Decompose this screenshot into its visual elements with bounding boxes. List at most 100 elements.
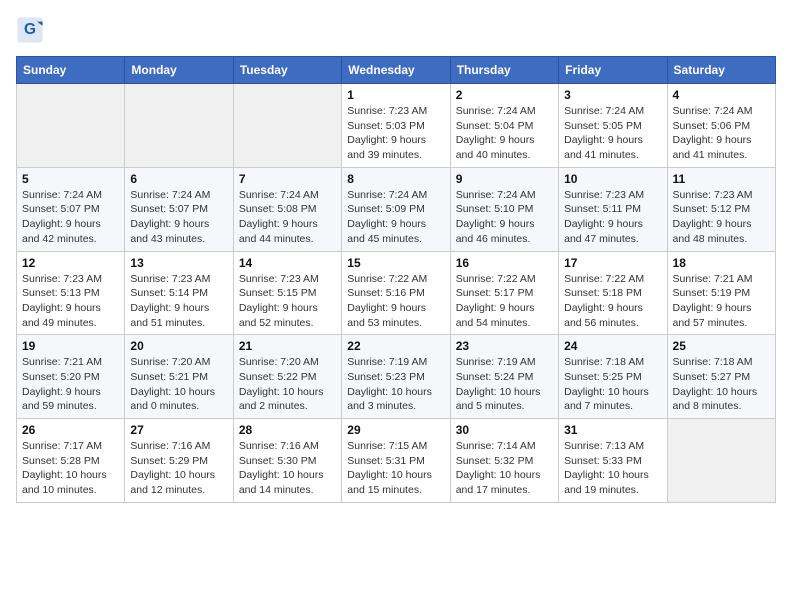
- weekday-header: Thursday: [450, 57, 558, 84]
- calendar-cell: 30 Sunrise: 7:14 AM Sunset: 5:32 PM Dayli…: [450, 419, 558, 503]
- day-number: 22: [347, 339, 444, 353]
- calendar-week-row: 26 Sunrise: 7:17 AM Sunset: 5:28 PM Dayli…: [17, 419, 776, 503]
- day-number: 4: [673, 88, 770, 102]
- calendar-cell: 16 Sunrise: 7:22 AM Sunset: 5:17 PM Dayli…: [450, 251, 558, 335]
- day-number: 14: [239, 256, 336, 270]
- calendar-week-row: 1Sunrise: 7:23 AM Sunset: 5:03 PM Daylig…: [17, 84, 776, 168]
- day-detail: Sunrise: 7:20 AM Sunset: 5:21 PM Dayligh…: [130, 355, 227, 414]
- calendar-header-row: SundayMondayTuesdayWednesdayThursdayFrid…: [17, 57, 776, 84]
- day-detail: Sunrise: 7:22 AM Sunset: 5:16 PM Dayligh…: [347, 272, 444, 331]
- day-detail: Sunrise: 7:23 AM Sunset: 5:14 PM Dayligh…: [130, 272, 227, 331]
- day-number: 2: [456, 88, 553, 102]
- day-number: 18: [673, 256, 770, 270]
- day-detail: Sunrise: 7:17 AM Sunset: 5:28 PM Dayligh…: [22, 439, 119, 498]
- calendar-cell: 4 Sunrise: 7:24 AM Sunset: 5:06 PM Daylig…: [667, 84, 775, 168]
- day-detail: Sunrise: 7:24 AM Sunset: 5:05 PM Dayligh…: [564, 104, 661, 163]
- calendar-cell: 18 Sunrise: 7:21 AM Sunset: 5:19 PM Dayli…: [667, 251, 775, 335]
- calendar-cell: 22 Sunrise: 7:19 AM Sunset: 5:23 PM Dayli…: [342, 335, 450, 419]
- day-number: 25: [673, 339, 770, 353]
- calendar-cell: 23 Sunrise: 7:19 AM Sunset: 5:24 PM Dayli…: [450, 335, 558, 419]
- day-number: 30: [456, 423, 553, 437]
- calendar-cell: [667, 419, 775, 503]
- calendar-week-row: 5Sunrise: 7:24 AM Sunset: 5:07 PM Daylig…: [17, 167, 776, 251]
- day-detail: Sunrise: 7:23 AM Sunset: 5:11 PM Dayligh…: [564, 188, 661, 247]
- calendar-cell: 17Sunrise: 7:22 AM Sunset: 5:18 PM Dayli…: [559, 251, 667, 335]
- weekday-header: Monday: [125, 57, 233, 84]
- calendar-cell: 25 Sunrise: 7:18 AM Sunset: 5:27 PM Dayli…: [667, 335, 775, 419]
- calendar-cell: 7 Sunrise: 7:24 AM Sunset: 5:08 PM Daylig…: [233, 167, 341, 251]
- day-detail: Sunrise: 7:14 AM Sunset: 5:32 PM Dayligh…: [456, 439, 553, 498]
- day-number: 3: [564, 88, 661, 102]
- day-number: 11: [673, 172, 770, 186]
- day-number: 28: [239, 423, 336, 437]
- day-number: 26: [22, 423, 119, 437]
- logo: G: [16, 16, 48, 44]
- calendar-cell: 2 Sunrise: 7:24 AM Sunset: 5:04 PM Daylig…: [450, 84, 558, 168]
- day-detail: Sunrise: 7:24 AM Sunset: 5:04 PM Dayligh…: [456, 104, 553, 163]
- calendar-cell: 3 Sunrise: 7:24 AM Sunset: 5:05 PM Daylig…: [559, 84, 667, 168]
- day-number: 6: [130, 172, 227, 186]
- calendar-cell: 9 Sunrise: 7:24 AM Sunset: 5:10 PM Daylig…: [450, 167, 558, 251]
- calendar-cell: 6Sunrise: 7:24 AM Sunset: 5:07 PM Daylig…: [125, 167, 233, 251]
- calendar-cell: 19Sunrise: 7:21 AM Sunset: 5:20 PM Dayli…: [17, 335, 125, 419]
- day-number: 8: [347, 172, 444, 186]
- weekday-header: Saturday: [667, 57, 775, 84]
- calendar-cell: 15 Sunrise: 7:22 AM Sunset: 5:16 PM Dayli…: [342, 251, 450, 335]
- calendar-cell: 27 Sunrise: 7:16 AM Sunset: 5:29 PM Dayli…: [125, 419, 233, 503]
- weekday-header: Sunday: [17, 57, 125, 84]
- svg-text:G: G: [24, 21, 36, 38]
- day-number: 15: [347, 256, 444, 270]
- day-detail: Sunrise: 7:21 AM Sunset: 5:19 PM Dayligh…: [673, 272, 770, 331]
- day-detail: Sunrise: 7:20 AM Sunset: 5:22 PM Dayligh…: [239, 355, 336, 414]
- day-detail: Sunrise: 7:22 AM Sunset: 5:17 PM Dayligh…: [456, 272, 553, 331]
- weekday-header: Tuesday: [233, 57, 341, 84]
- calendar-cell: 26 Sunrise: 7:17 AM Sunset: 5:28 PM Dayli…: [17, 419, 125, 503]
- day-detail: Sunrise: 7:19 AM Sunset: 5:23 PM Dayligh…: [347, 355, 444, 414]
- day-number: 27: [130, 423, 227, 437]
- calendar-cell: 14 Sunrise: 7:23 AM Sunset: 5:15 PM Dayli…: [233, 251, 341, 335]
- calendar-cell: 21Sunrise: 7:20 AM Sunset: 5:22 PM Dayli…: [233, 335, 341, 419]
- calendar-cell: [233, 84, 341, 168]
- calendar-cell: 24 Sunrise: 7:18 AM Sunset: 5:25 PM Dayli…: [559, 335, 667, 419]
- day-detail: Sunrise: 7:24 AM Sunset: 5:08 PM Dayligh…: [239, 188, 336, 247]
- calendar-cell: 11Sunrise: 7:23 AM Sunset: 5:12 PM Dayli…: [667, 167, 775, 251]
- calendar-table: SundayMondayTuesdayWednesdayThursdayFrid…: [16, 56, 776, 503]
- day-number: 12: [22, 256, 119, 270]
- weekday-header: Wednesday: [342, 57, 450, 84]
- day-number: 29: [347, 423, 444, 437]
- calendar-cell: [17, 84, 125, 168]
- day-number: 13: [130, 256, 227, 270]
- day-number: 19: [22, 339, 119, 353]
- logo-icon: G: [16, 16, 44, 44]
- calendar-cell: 10 Sunrise: 7:23 AM Sunset: 5:11 PM Dayli…: [559, 167, 667, 251]
- calendar-cell: 31Sunrise: 7:13 AM Sunset: 5:33 PM Dayli…: [559, 419, 667, 503]
- day-detail: Sunrise: 7:24 AM Sunset: 5:07 PM Dayligh…: [22, 188, 119, 247]
- calendar-cell: 8 Sunrise: 7:24 AM Sunset: 5:09 PM Daylig…: [342, 167, 450, 251]
- day-number: 16: [456, 256, 553, 270]
- day-detail: Sunrise: 7:24 AM Sunset: 5:09 PM Dayligh…: [347, 188, 444, 247]
- day-detail: Sunrise: 7:15 AM Sunset: 5:31 PM Dayligh…: [347, 439, 444, 498]
- day-detail: Sunrise: 7:22 AM Sunset: 5:18 PM Dayligh…: [564, 272, 661, 331]
- day-detail: Sunrise: 7:18 AM Sunset: 5:27 PM Dayligh…: [673, 355, 770, 414]
- day-detail: Sunrise: 7:16 AM Sunset: 5:29 PM Dayligh…: [130, 439, 227, 498]
- day-number: 24: [564, 339, 661, 353]
- day-detail: Sunrise: 7:24 AM Sunset: 5:10 PM Dayligh…: [456, 188, 553, 247]
- day-detail: Sunrise: 7:24 AM Sunset: 5:06 PM Dayligh…: [673, 104, 770, 163]
- day-detail: Sunrise: 7:16 AM Sunset: 5:30 PM Dayligh…: [239, 439, 336, 498]
- day-number: 10: [564, 172, 661, 186]
- weekday-header: Friday: [559, 57, 667, 84]
- day-detail: Sunrise: 7:19 AM Sunset: 5:24 PM Dayligh…: [456, 355, 553, 414]
- day-number: 9: [456, 172, 553, 186]
- calendar-cell: [125, 84, 233, 168]
- day-detail: Sunrise: 7:18 AM Sunset: 5:25 PM Dayligh…: [564, 355, 661, 414]
- day-number: 23: [456, 339, 553, 353]
- day-detail: Sunrise: 7:23 AM Sunset: 5:15 PM Dayligh…: [239, 272, 336, 331]
- calendar-cell: 29 Sunrise: 7:15 AM Sunset: 5:31 PM Dayli…: [342, 419, 450, 503]
- day-number: 7: [239, 172, 336, 186]
- calendar-cell: 12 Sunrise: 7:23 AM Sunset: 5:13 PM Dayli…: [17, 251, 125, 335]
- day-detail: Sunrise: 7:23 AM Sunset: 5:13 PM Dayligh…: [22, 272, 119, 331]
- calendar-week-row: 12 Sunrise: 7:23 AM Sunset: 5:13 PM Dayli…: [17, 251, 776, 335]
- calendar-cell: 28 Sunrise: 7:16 AM Sunset: 5:30 PM Dayli…: [233, 419, 341, 503]
- day-number: 20: [130, 339, 227, 353]
- day-detail: Sunrise: 7:13 AM Sunset: 5:33 PM Dayligh…: [564, 439, 661, 498]
